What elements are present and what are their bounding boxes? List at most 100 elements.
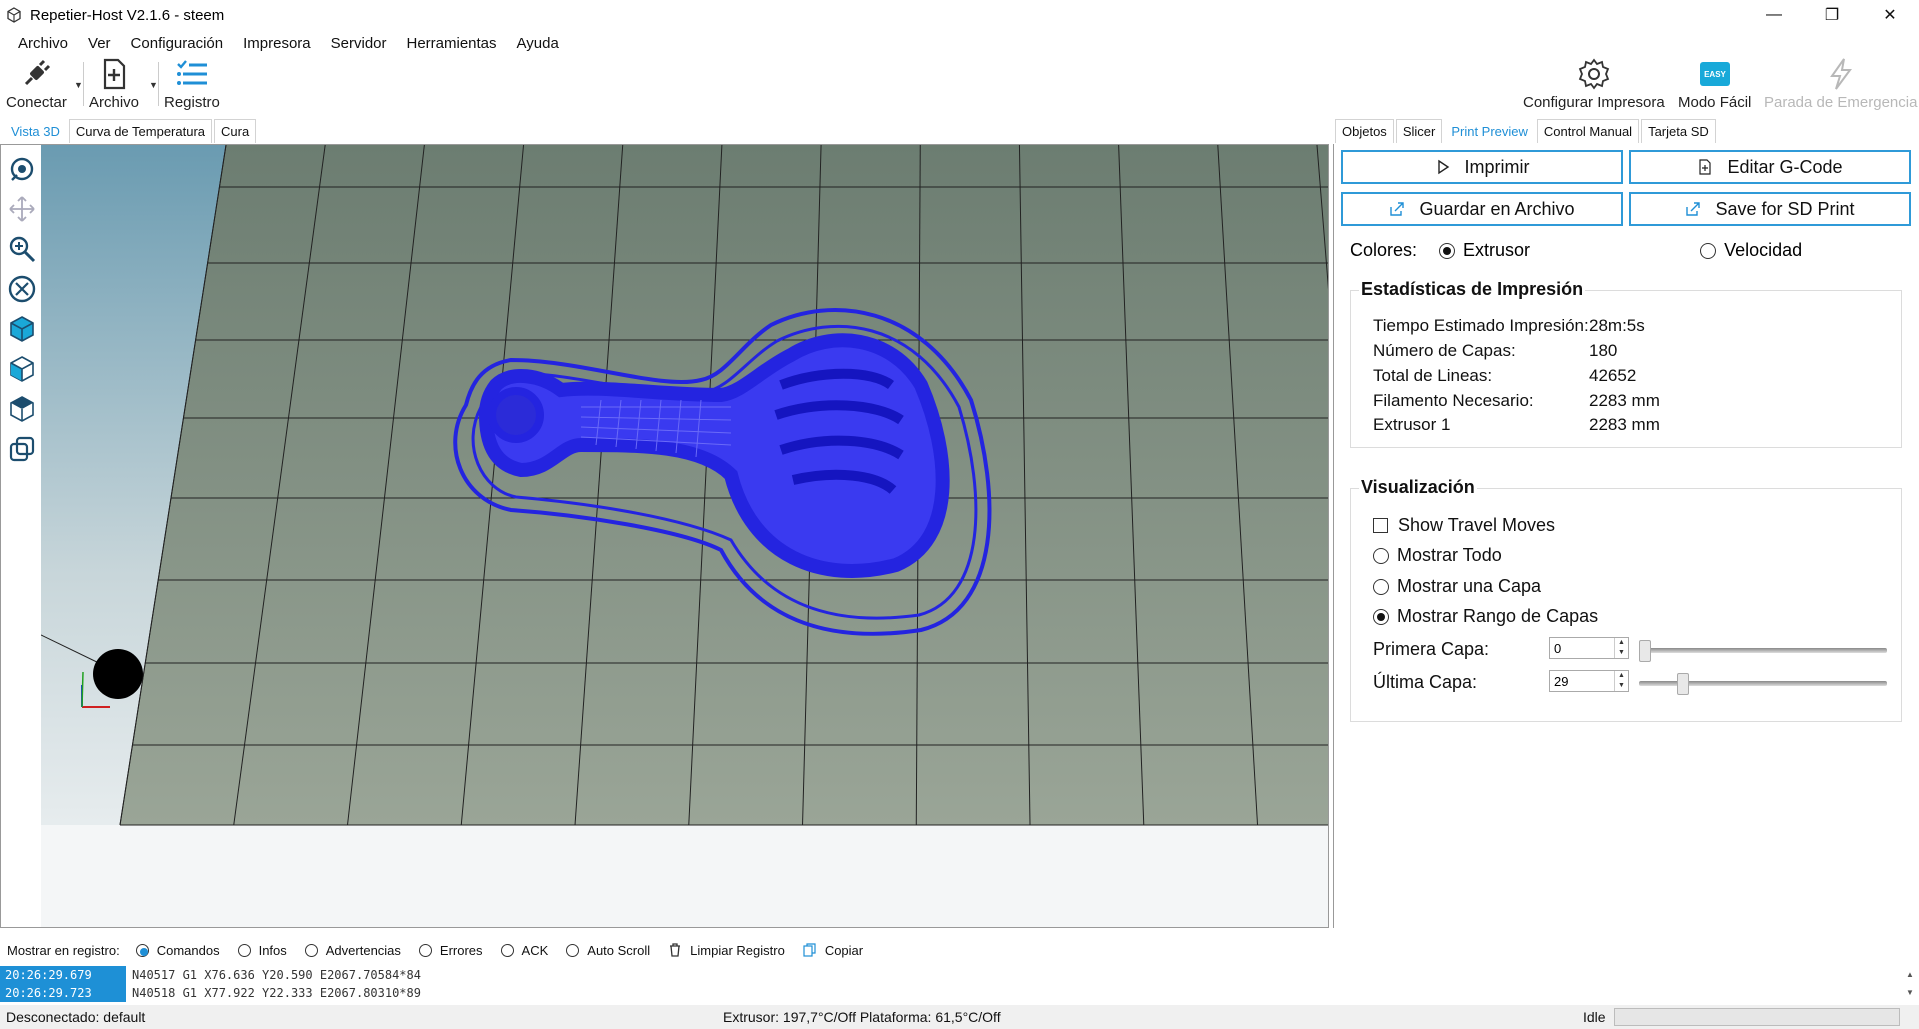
minimize-button[interactable]: — — [1745, 0, 1803, 30]
menu-herramientas[interactable]: Herramientas — [397, 35, 507, 52]
toolbar-separator — [158, 62, 159, 106]
configure-printer-label: Configurar Impresora — [1523, 94, 1665, 111]
log-ack-option[interactable]: ACK — [500, 943, 548, 958]
menu-configuracion[interactable]: Configuración — [121, 35, 234, 52]
menu-archivo[interactable]: Archivo — [8, 35, 78, 52]
save-sd-button[interactable]: Save for SD Print — [1629, 192, 1911, 226]
cube-front-icon — [10, 356, 34, 382]
tab-slicer[interactable]: Slicer — [1395, 119, 1443, 143]
perspective-view-button[interactable] — [4, 430, 40, 468]
log-view[interactable]: 20:26:29.679 N40517 G1 X76.636 Y20.590 E… — [0, 966, 1919, 1002]
color-extruder-option[interactable]: Extrusor — [1439, 240, 1530, 261]
move-view-button[interactable] — [4, 190, 40, 228]
fit-view-button[interactable] — [4, 270, 40, 308]
stat-value-extruder: 2283 mm — [1589, 415, 1660, 434]
spinner-arrows-icon[interactable]: ▲ ▼ — [1614, 671, 1628, 691]
show-travel-checkbox[interactable] — [1373, 518, 1388, 533]
print-button[interactable]: Imprimir — [1341, 150, 1623, 184]
view-toolbar — [4, 150, 40, 470]
menu-ver[interactable]: Ver — [78, 35, 121, 52]
first-layer-label: Primera Capa: — [1373, 639, 1490, 659]
tab-curva-temperatura[interactable]: Curva de Temperatura — [68, 119, 213, 143]
emergency-stop-button[interactable]: Parada de Emergencia — [1764, 56, 1917, 111]
log-autoscroll-option[interactable]: Auto Scroll — [566, 943, 650, 958]
tab-tarjeta-sd[interactable]: Tarjeta SD — [1641, 119, 1716, 143]
easy-mode-icon: EASY — [1699, 62, 1730, 86]
top-view-button[interactable] — [4, 390, 40, 428]
connect-dropdown-icon[interactable]: ▼ — [74, 80, 83, 90]
menu-ayuda[interactable]: Ayuda — [507, 35, 569, 52]
tab-objetos[interactable]: Objetos — [1335, 119, 1394, 143]
log-scrollbar[interactable]: ▲ ▼ — [1903, 966, 1917, 1002]
tab-control-manual[interactable]: Control Manual — [1536, 119, 1640, 143]
copy-log-button[interactable]: Copiar — [803, 943, 863, 958]
log-infos-radio[interactable] — [237, 943, 251, 957]
log-autoscroll-radio[interactable] — [566, 943, 580, 957]
log-warnings-option[interactable]: Advertencias — [304, 943, 401, 958]
cube-top-icon — [10, 396, 34, 422]
color-speed-radio[interactable] — [1700, 242, 1717, 259]
stat-label: Extrusor 1 — [1373, 415, 1451, 434]
zoom-view-button[interactable] — [4, 230, 40, 268]
log-button[interactable]: Registro — [164, 56, 220, 111]
color-extruder-radio[interactable] — [1439, 242, 1456, 259]
edit-gcode-button[interactable]: Editar G-Code — [1629, 150, 1911, 184]
show-travel-option[interactable]: Show Travel Moves — [1373, 515, 1555, 536]
log-ack-radio[interactable] — [500, 943, 514, 957]
log-infos-option[interactable]: Infos — [237, 943, 287, 958]
color-speed-option[interactable]: Velocidad — [1700, 240, 1802, 261]
log-command: N40518 G1 X77.922 Y22.333 E2067.80310*89 — [132, 986, 421, 1000]
show-all-radio[interactable] — [1373, 547, 1389, 564]
connect-label: Conectar — [6, 94, 67, 111]
log-errors-option[interactable]: Errores — [418, 943, 483, 958]
rotate-view-button[interactable] — [4, 150, 40, 188]
spinner-arrows-icon[interactable]: ▲ ▼ — [1614, 638, 1628, 658]
front-view-button[interactable] — [4, 350, 40, 388]
configure-printer-button[interactable]: Configurar Impresora — [1523, 56, 1665, 111]
menu-servidor[interactable]: Servidor — [321, 35, 397, 52]
connect-button[interactable]: Conectar — [6, 56, 67, 111]
first-layer-spinner[interactable]: 0 ▲ ▼ — [1549, 637, 1629, 659]
file-button[interactable]: Archivo — [89, 56, 139, 111]
restore-button[interactable]: ❐ — [1803, 0, 1861, 30]
log-line[interactable]: 20:26:29.723 N40518 G1 X77.922 Y22.333 E… — [0, 984, 1919, 1002]
close-button[interactable]: ✕ — [1861, 0, 1919, 30]
log-commands-radio[interactable] — [135, 943, 149, 957]
log-warnings-radio[interactable] — [304, 943, 318, 957]
tab-print-preview[interactable]: Print Preview — [1444, 119, 1535, 143]
show-range-option[interactable]: Mostrar Rango de Capas — [1373, 606, 1598, 627]
iso-view-button[interactable] — [4, 310, 40, 348]
log-commands-option[interactable]: Comandos — [135, 943, 220, 958]
easy-mode-button[interactable]: EASY Modo Fácil — [1678, 56, 1751, 111]
last-layer-value: 29 — [1554, 673, 1569, 689]
menu-impresora[interactable]: Impresora — [233, 35, 321, 52]
first-layer-slider-track[interactable] — [1639, 648, 1887, 653]
clear-log-label: Limpiar Registro — [690, 942, 785, 958]
3d-viewport[interactable] — [41, 145, 1328, 927]
first-layer-slider-thumb[interactable] — [1639, 640, 1651, 662]
file-dropdown-icon[interactable]: ▼ — [149, 80, 158, 90]
tab-vista-3d[interactable]: Vista 3D — [4, 119, 67, 143]
show-range-radio[interactable] — [1373, 608, 1389, 625]
log-line[interactable]: 20:26:29.679 N40517 G1 X76.636 Y20.590 E… — [0, 966, 1919, 984]
show-range-label: Mostrar Rango de Capas — [1397, 606, 1599, 626]
stat-value-filament: 2283 mm — [1589, 391, 1660, 410]
zoom-icon — [9, 236, 36, 263]
stat-label: Número de Capas: — [1373, 341, 1516, 360]
model-hole — [488, 387, 544, 443]
show-all-option[interactable]: Mostrar Todo — [1373, 545, 1502, 566]
last-layer-spinner[interactable]: 29 ▲ ▼ — [1549, 670, 1629, 692]
log-errors-radio[interactable] — [418, 943, 432, 957]
log-filter-bar: Mostrar en registro: Comandos Infos Adve… — [0, 934, 1919, 966]
tab-cura[interactable]: Cura — [214, 119, 257, 143]
print-stats-group: Estadísticas de Impresión Tiempo Estimad… — [1350, 279, 1902, 448]
clear-log-button[interactable]: Limpiar Registro — [668, 943, 785, 958]
first-layer-value: 0 — [1554, 640, 1562, 656]
visualization-title: Visualización — [1359, 477, 1477, 498]
last-layer-slider-thumb[interactable] — [1677, 673, 1689, 695]
rotate-icon — [10, 157, 34, 181]
stat-value-time: 28m:5s — [1589, 316, 1645, 335]
show-one-layer-radio[interactable] — [1373, 578, 1389, 595]
save-file-button[interactable]: Guardar en Archivo — [1341, 192, 1623, 226]
show-one-layer-option[interactable]: Mostrar una Capa — [1373, 576, 1541, 597]
